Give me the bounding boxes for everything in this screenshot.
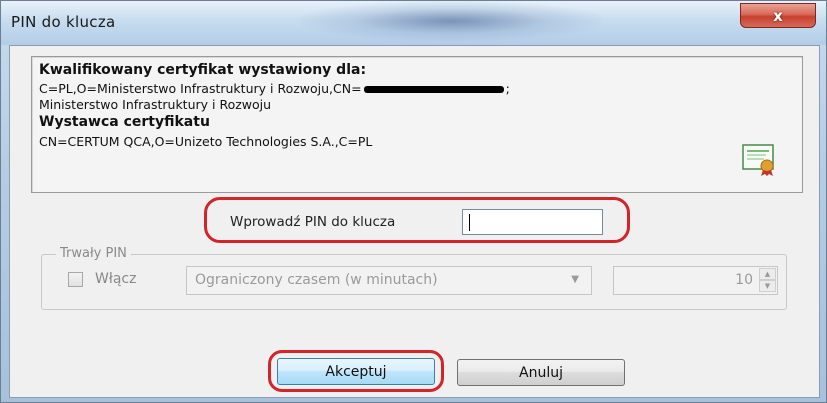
enable-checkbox[interactable]	[68, 272, 83, 287]
close-button[interactable]: x	[740, 3, 816, 28]
window-title: PIN do klucza	[11, 13, 116, 31]
minutes-spinbox[interactable]: 10 ▲ ▼	[613, 266, 778, 295]
pin-input[interactable]	[462, 209, 603, 235]
spin-down-icon[interactable]: ▼	[759, 280, 776, 292]
text-caret	[469, 214, 470, 231]
close-icon: x	[773, 6, 783, 25]
issuer-line: CN=CERTUM QCA,O=Unizeto Technologies S.A…	[39, 134, 373, 149]
subject-line-1: C=PL,O=Ministerstwo Infrastruktury i Roz…	[39, 81, 510, 96]
subject-dn: C=PL,O=Ministerstwo Infrastruktury i Roz…	[39, 81, 362, 96]
spin-up-icon[interactable]: ▲	[759, 268, 776, 280]
title-bar-glow	[301, 1, 601, 41]
redacted-name	[363, 86, 504, 93]
chevron-down-icon: ▼	[571, 274, 579, 285]
enable-checkbox-label[interactable]: Włącz	[95, 271, 136, 287]
title-bar[interactable]: PIN do klucza	[1, 1, 826, 45]
pin-label: Wprowadź PIN do klucza	[230, 214, 396, 230]
minutes-value: 10	[735, 272, 753, 288]
subject-heading: Kwalifikowany certyfikat wystawiony dla:	[39, 62, 367, 78]
certificate-icon	[742, 144, 774, 176]
subject-dn-end: ;	[505, 81, 510, 96]
spin-buttons: ▲ ▼	[759, 268, 776, 293]
cancel-button[interactable]: Anuluj	[457, 359, 625, 386]
persistent-pin-group-title: Trwały PIN	[56, 246, 131, 261]
subject-line-2: Ministerstwo Infrastruktury i Rozwoju	[39, 97, 272, 112]
certificate-info-box: Kwalifikowany certyfikat wystawiony dla:…	[31, 56, 803, 193]
pin-mode-selected: Ograniczony czasem (w minutach)	[195, 272, 438, 288]
pin-mode-select[interactable]: Ograniczony czasem (w minutach) ▼	[186, 266, 592, 295]
pin-dialog-window: PIN do klucza x Kwalifikowany certyfikat…	[0, 0, 827, 403]
issuer-heading: Wystawca certyfikatu	[39, 114, 210, 130]
accept-button[interactable]: Akceptuj	[277, 358, 435, 385]
